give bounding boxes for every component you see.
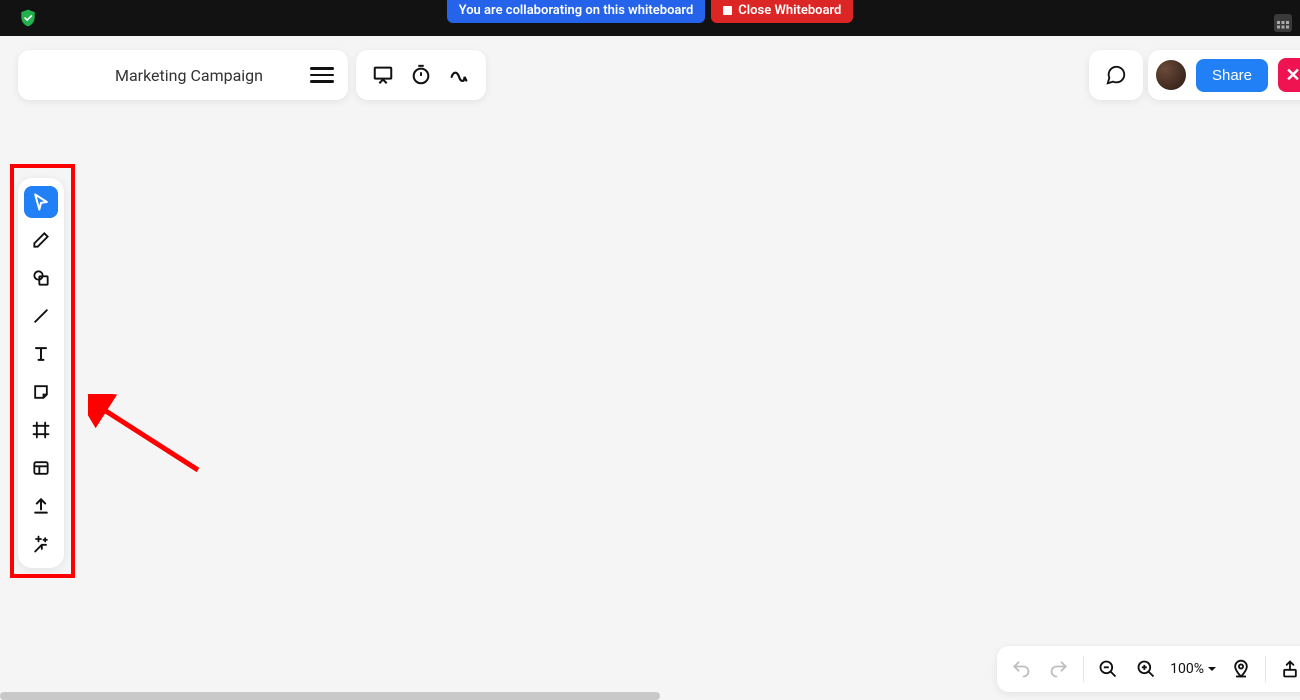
drawing-toolbar xyxy=(18,178,64,568)
select-tool[interactable] xyxy=(24,186,58,218)
location-button[interactable] xyxy=(1227,655,1255,683)
timer-icon[interactable] xyxy=(407,61,435,89)
shapes-tool[interactable] xyxy=(24,262,58,294)
board-title-card: Marketing Campaign xyxy=(18,50,348,100)
upload-tool[interactable] xyxy=(24,490,58,522)
undo-button[interactable] xyxy=(1007,655,1035,683)
more-tools[interactable] xyxy=(24,528,58,560)
toolbar-divider xyxy=(1083,656,1084,682)
horizontal-scrollbar[interactable] xyxy=(0,692,1300,700)
line-tool[interactable] xyxy=(24,300,58,332)
squiggle-icon[interactable] xyxy=(445,61,473,89)
present-icon[interactable] xyxy=(369,61,397,89)
redo-button[interactable] xyxy=(1045,655,1073,683)
sticky-note-tool[interactable] xyxy=(24,376,58,408)
board-menu-button[interactable] xyxy=(310,63,334,87)
collab-banner-text: You are collaborating on this whiteboard xyxy=(459,3,694,18)
zoom-toolbar: 100% xyxy=(997,646,1300,692)
toolbar-divider-2 xyxy=(1265,656,1266,682)
zoom-level-dropdown[interactable]: 100% xyxy=(1170,661,1217,677)
text-tool[interactable] xyxy=(24,338,58,370)
avatar[interactable] xyxy=(1156,60,1186,90)
collaboration-banner: You are collaborating on this whiteboard xyxy=(447,0,706,23)
scrollbar-thumb[interactable] xyxy=(0,692,660,700)
app-topbar: You are collaborating on this whiteboard… xyxy=(0,0,1300,36)
stop-icon xyxy=(723,6,732,15)
table-tool[interactable] xyxy=(24,452,58,484)
share-button[interactable]: Share xyxy=(1196,59,1268,92)
chevron-down-icon xyxy=(1207,664,1217,674)
zoom-level-text: 100% xyxy=(1170,661,1204,677)
annotation-arrow xyxy=(88,394,208,484)
frame-tool[interactable] xyxy=(24,414,58,446)
apps-grid-icon[interactable] xyxy=(1274,14,1292,32)
zoom-out-button[interactable] xyxy=(1094,655,1122,683)
close-whiteboard-banner[interactable]: Close Whiteboard xyxy=(711,0,853,23)
zoom-in-button[interactable] xyxy=(1132,655,1160,683)
share-card: Share ✕ xyxy=(1148,50,1300,100)
shield-icon xyxy=(18,8,38,28)
close-banner-text: Close Whiteboard xyxy=(738,3,841,18)
draw-tool[interactable] xyxy=(24,224,58,256)
chat-button[interactable] xyxy=(1089,50,1143,100)
export-button[interactable] xyxy=(1276,655,1300,683)
presentation-toolbar xyxy=(356,50,486,100)
board-title[interactable]: Marketing Campaign xyxy=(68,66,310,85)
close-button[interactable]: ✕ xyxy=(1278,58,1300,92)
